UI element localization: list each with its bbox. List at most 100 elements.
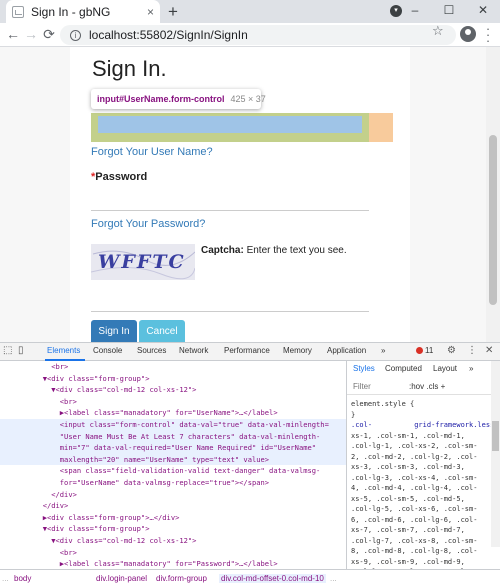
error-icon bbox=[416, 347, 423, 355]
more-options-icon[interactable]: ⋮ bbox=[467, 345, 477, 356]
styles-more-icon[interactable]: » bbox=[469, 364, 473, 373]
style-rule-line: 4, .col-md-4, .col-lg-4, .col- bbox=[351, 484, 478, 492]
breadcrumb-overflow-right[interactable]: ... bbox=[330, 574, 337, 583]
tab-console[interactable]: Console bbox=[93, 346, 122, 355]
style-rule-line: .col- grid-framework.less:23 bbox=[351, 421, 500, 429]
style-rule-line: .col-lg-1, .col-xs-2, .col-sm- bbox=[351, 442, 478, 450]
password-label: *Password bbox=[91, 171, 147, 183]
styles-scrollbar-thumb[interactable] bbox=[492, 421, 499, 451]
error-badge[interactable]: 11 bbox=[416, 346, 433, 355]
tab-network[interactable]: Network bbox=[179, 346, 208, 355]
dom-tree-line[interactable]: for="UserName" data-valmsg-replace="true… bbox=[0, 477, 346, 489]
style-rule-line: .col-lg-5, .col-xs-6, .col-sm- bbox=[351, 505, 478, 513]
tab-styles[interactable]: Styles bbox=[353, 364, 375, 373]
breadcrumb-body[interactable]: body bbox=[14, 574, 31, 583]
inspect-element-icon[interactable]: ⬚ bbox=[3, 345, 12, 356]
maximize-button[interactable]: ☐ bbox=[432, 0, 466, 23]
tab-computed[interactable]: Computed bbox=[385, 364, 422, 373]
dom-tree-line[interactable]: ▶<label class="manadatory" for="Password… bbox=[0, 558, 346, 569]
dom-tree-line[interactable]: </div> bbox=[0, 500, 346, 512]
forgot-username-link[interactable]: Forgot Your User Name? bbox=[91, 146, 213, 158]
dom-tree-line[interactable]: <span class="field-validation-valid text… bbox=[0, 465, 346, 477]
style-rule-line: xs-5, .col-sm-5, .col-md-5, bbox=[351, 494, 465, 503]
device-toolbar-icon[interactable]: ▯ bbox=[18, 345, 24, 356]
filter-input[interactable]: Filter bbox=[353, 382, 371, 391]
tab-sources[interactable]: Sources bbox=[137, 346, 166, 355]
url-text: localhost:55802/SignIn/SignIn bbox=[89, 28, 248, 42]
dom-tree-line[interactable]: <br> bbox=[0, 396, 346, 408]
style-rule-line: xs-1, .col-sm-1, .col-md-1, bbox=[351, 431, 465, 440]
page-scrollbar-thumb[interactable] bbox=[489, 135, 497, 305]
captcha-input[interactable] bbox=[91, 288, 369, 312]
page-icon bbox=[12, 5, 24, 18]
minimize-button[interactable]: – bbox=[398, 0, 432, 23]
breadcrumb-form-group[interactable]: div.form-group bbox=[156, 574, 207, 583]
style-rule-line: xs-7, .col-sm-7, .col-md-7, bbox=[351, 526, 465, 534]
dom-tree-line[interactable]: ▼<div class="col-md-12 col-xs-12"> bbox=[0, 535, 346, 547]
page-title: Sign In. bbox=[92, 56, 167, 81]
new-tab-button[interactable]: + bbox=[164, 2, 182, 22]
dom-tree-line[interactable]: <br> bbox=[0, 361, 346, 373]
style-rule-line: 8, .col-md-8, .col-lg-8, .col- bbox=[351, 547, 478, 555]
captcha-label-rest: Enter the text you see. bbox=[243, 245, 347, 256]
menu-kebab-icon[interactable]: · · · bbox=[482, 22, 494, 47]
sign-in-button[interactable]: Sign In bbox=[91, 320, 137, 342]
password-input[interactable] bbox=[91, 186, 369, 211]
tooltip-selector: input#UserName.form-control bbox=[97, 94, 225, 104]
info-icon[interactable]: i bbox=[70, 29, 81, 41]
tab-title: Sign In - gbNG bbox=[31, 4, 111, 19]
more-tabs-icon[interactable]: » bbox=[381, 346, 385, 355]
style-rule-line: xs-3, .col-sm-3, .col-md-3, bbox=[351, 463, 465, 471]
dom-tree-line[interactable]: ▶<div class="form-group">…</div> bbox=[0, 512, 346, 524]
tab-application[interactable]: Application bbox=[327, 346, 366, 355]
filter-tools[interactable]: :hov .cls + bbox=[409, 382, 445, 391]
dom-tree-line[interactable]: </div> bbox=[0, 489, 346, 501]
breadcrumb-col-md[interactable]: div.col-md-offset-0.col-md-10 bbox=[219, 574, 326, 583]
forgot-password-link[interactable]: Forgot Your Password? bbox=[91, 218, 205, 230]
profile-avatar-icon[interactable] bbox=[460, 26, 476, 42]
close-window-button[interactable]: ✕ bbox=[466, 0, 500, 23]
browser-tab[interactable]: Sign In - gbNG × bbox=[6, 0, 160, 23]
dom-tree-line[interactable]: <input class="form-control" data-val="tr… bbox=[0, 419, 346, 431]
cancel-button[interactable]: Cancel bbox=[139, 320, 185, 342]
settings-gear-icon[interactable]: ⚙ bbox=[447, 345, 456, 356]
close-tab-icon[interactable]: × bbox=[147, 5, 154, 19]
dom-tree-line[interactable]: ▶<label class="manadatory" for="UserName… bbox=[0, 407, 346, 419]
dom-tree-line[interactable]: <br> bbox=[0, 547, 346, 559]
styles-filter: Filter :hov .cls + bbox=[347, 379, 500, 395]
close-devtools-icon[interactable]: ✕ bbox=[485, 345, 493, 356]
dom-tree-line[interactable]: min="7" data-val-required="User Name Req… bbox=[0, 442, 346, 454]
forward-icon[interactable]: → bbox=[22, 26, 40, 42]
style-rule-line: .col-lg-3, .col-xs-4, .col-sm- bbox=[351, 473, 478, 482]
dom-tree-line[interactable]: ▼<div class="col-md-12 col-xs-12"> bbox=[0, 384, 346, 396]
browser-toolbar: ← → ⟳ i localhost:55802/SignIn/SignIn ☆ … bbox=[0, 22, 500, 47]
bookmark-star-icon[interactable]: ☆ bbox=[432, 23, 444, 39]
breadcrumb: ... body div.login-panel div.form-group … bbox=[0, 569, 500, 587]
address-bar[interactable]: i localhost:55802/SignIn/SignIn bbox=[60, 25, 456, 45]
style-rule-line: 2, .col-md-2, .col-lg-2, .col- bbox=[351, 452, 478, 461]
dom-tree-line[interactable]: ▼<div class="form-group"> bbox=[0, 523, 346, 535]
style-rules: element.style {} .col- grid-framework.les… bbox=[351, 399, 500, 569]
dom-tree-line[interactable]: maxlength="20" name="UserName" type="tex… bbox=[0, 453, 346, 466]
tab-layout[interactable]: Layout bbox=[433, 364, 457, 373]
tab-elements[interactable]: Elements bbox=[47, 346, 80, 355]
breadcrumb-login-panel[interactable]: div.login-panel bbox=[96, 574, 147, 583]
username-input[interactable] bbox=[98, 116, 362, 133]
style-rule-line: .col-lg-7, .col-xs-8, .col-sm- bbox=[351, 536, 478, 545]
back-icon[interactable]: ← bbox=[4, 26, 22, 42]
styles-pane: Styles Computed Layout » Filter :hov .cl… bbox=[346, 361, 500, 569]
breadcrumb-overflow-left[interactable]: ... bbox=[2, 574, 9, 583]
dom-tree-line[interactable]: "User Name Must Be At Least 7 characters… bbox=[0, 430, 346, 443]
captcha-label-bold: Captcha: bbox=[201, 245, 244, 256]
elements-tree[interactable]: <br> ▼<div class="form-group"> ▼<div cla… bbox=[0, 361, 346, 569]
devtools-panel: ⬚ ▯ Elements Console Sources Network Per… bbox=[0, 342, 500, 587]
styles-scrollbar[interactable] bbox=[491, 361, 500, 547]
captcha-text: WFFTC bbox=[98, 251, 186, 273]
style-rule-line: xs-9, .col-sm-9, .col-md-9, bbox=[351, 557, 465, 566]
style-rule-line: 6, .col-md-6, .col-lg-6, .col- bbox=[351, 515, 478, 524]
tab-memory[interactable]: Memory bbox=[283, 346, 312, 355]
style-rule-line: element.style { bbox=[351, 400, 415, 408]
tab-performance[interactable]: Performance bbox=[224, 346, 270, 355]
dom-tree-line[interactable]: ▼<div class="form-group"> bbox=[0, 373, 346, 385]
reload-icon[interactable]: ⟳ bbox=[40, 26, 58, 43]
